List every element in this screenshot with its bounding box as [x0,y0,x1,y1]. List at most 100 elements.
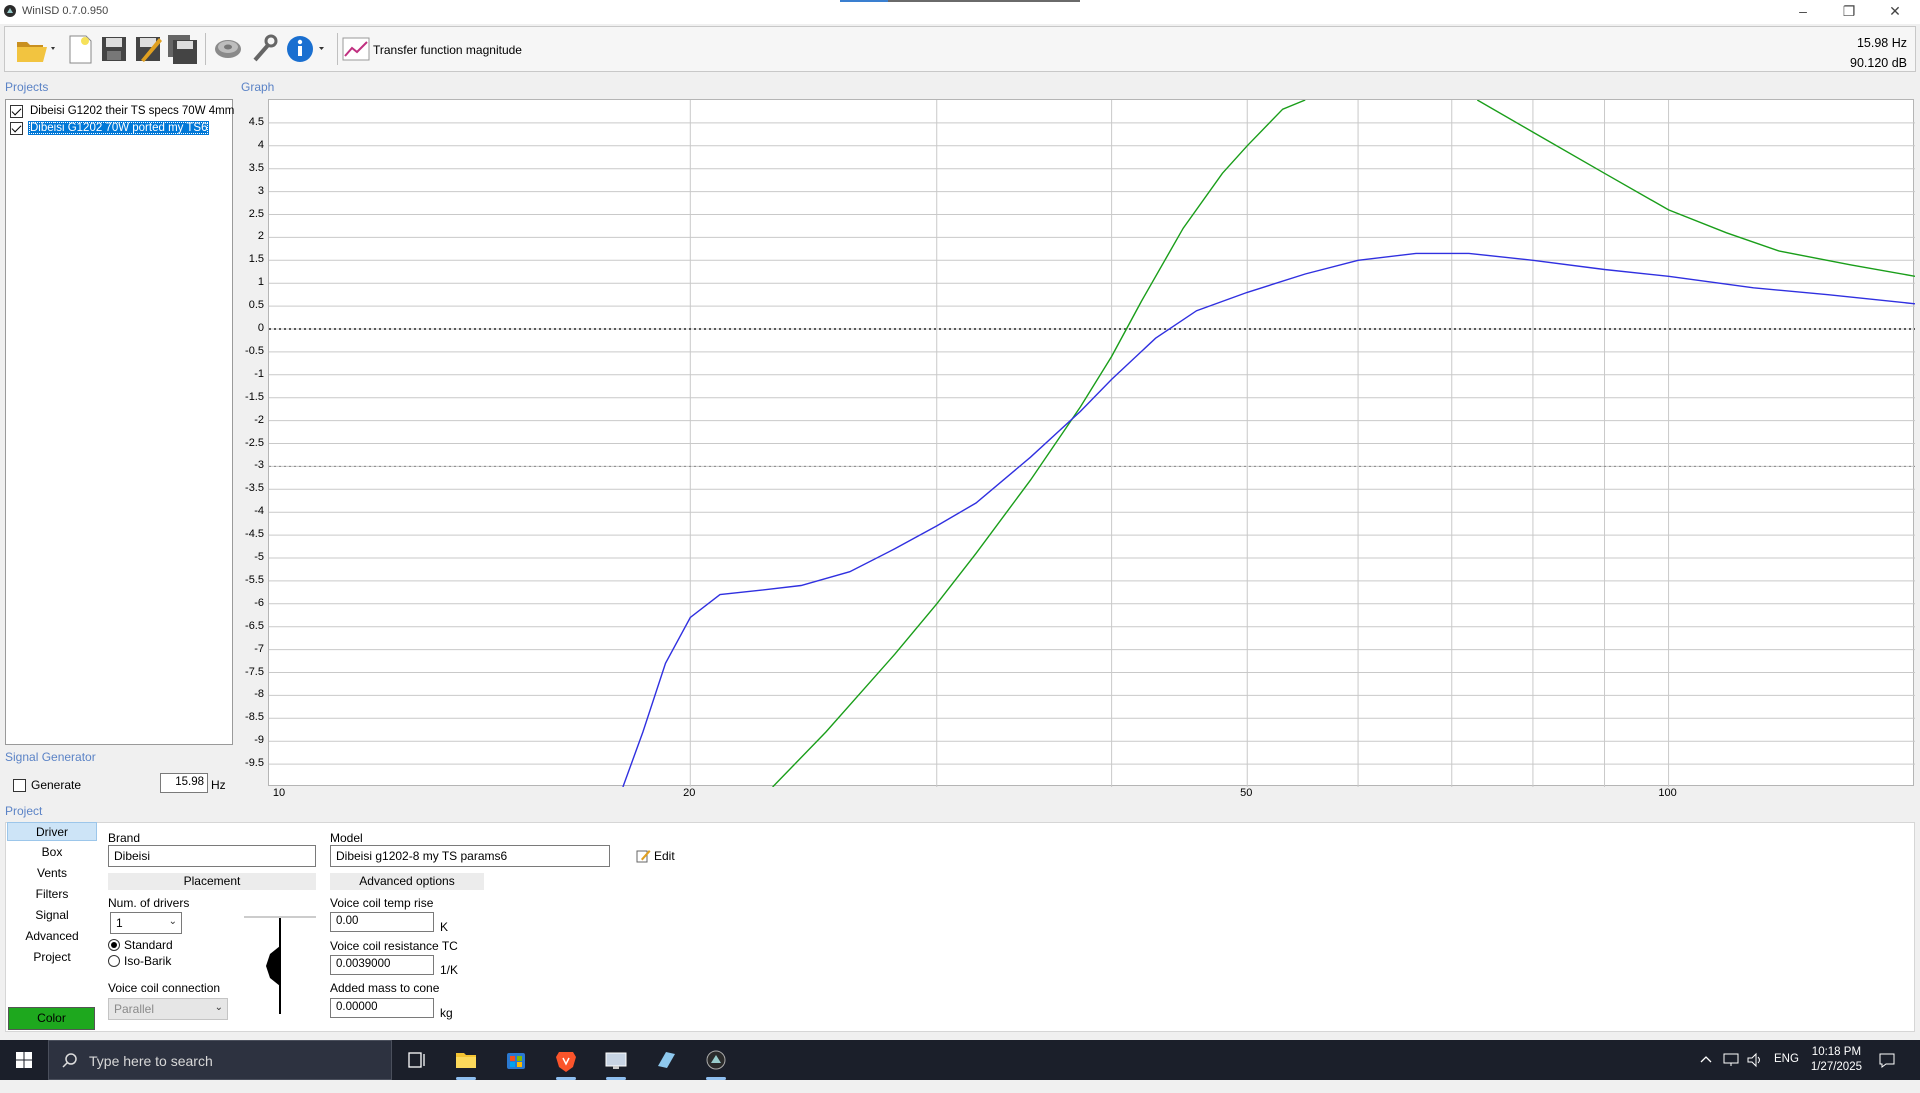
x-tick-label: 50 [1240,787,1253,799]
y-tick-label: 4 [257,138,264,151]
restore-button[interactable]: ❐ [1826,0,1872,22]
added-mass-input[interactable]: 0.00000 [330,998,434,1018]
task-view-icon[interactable] [396,1044,436,1076]
generate-label: Generate [31,778,82,792]
num-drivers-value: 1 [116,916,123,930]
taskbar-search[interactable]: Type here to search [48,1040,392,1080]
taskbar-winisd[interactable] [696,1044,736,1080]
nav-driver[interactable]: Driver [7,822,97,841]
y-tick-label: -6 [254,596,264,609]
nav-signal[interactable]: Signal [7,906,97,925]
generator-unit: Hz [211,778,226,792]
color-button[interactable]: Color [8,1007,95,1030]
isobarik-radio-row[interactable]: Iso-Barik [108,954,171,968]
project-visible-checkbox[interactable] [10,104,23,118]
project-item[interactable]: Dibeisi G1202 their TS specs 70W 4mm [10,103,236,119]
series-line-2 [622,252,1915,787]
tools-icon[interactable] [247,32,281,66]
clock-date: 1/27/2025 [1810,1061,1862,1073]
tray-overflow-icon[interactable] [1700,1054,1712,1066]
title-bar: WinISD 0.7.0.950 – ❐ ✕ [0,0,1920,24]
window-title: WinISD 0.7.0.950 [22,5,109,17]
taskbar-app-display[interactable] [596,1044,636,1080]
project-visible-checkbox[interactable] [10,121,23,135]
num-drivers-select[interactable]: 1 ⌄ [110,912,182,934]
open-folder-icon[interactable] [13,32,59,66]
standard-radio[interactable] [108,939,120,951]
vc-connection-select[interactable]: Parallel ⌄ [108,998,228,1020]
driver-database-icon[interactable] [211,32,245,66]
taskbar-brave[interactable] [546,1044,586,1080]
brand-label: Brand [108,831,141,845]
toolbar: Transfer function magnitude 15.98 Hz 90.… [4,26,1916,72]
save-icon[interactable] [97,32,131,66]
close-button[interactable]: ✕ [1872,0,1918,22]
vc-temp-label: Voice coil temp rise [330,896,434,910]
vc-connection-label: Voice coil connection [108,981,221,995]
y-tick-label: -7 [254,642,264,655]
advanced-options-header: Advanced options [330,873,484,890]
y-tick-label: -0.5 [245,344,264,357]
standard-radio-row[interactable]: Standard [108,938,173,952]
y-tick-label: -8 [254,688,264,701]
project-nav: Driver Box Vents Filters Signal Advanced… [5,822,97,1032]
brand-input[interactable]: Dibeisi [108,845,316,867]
added-mass-label: Added mass to cone [330,981,440,995]
new-project-icon[interactable] [63,32,97,66]
taskbar-store[interactable] [496,1044,536,1076]
vc-resistance-unit: 1/K [440,963,459,977]
nav-filters[interactable]: Filters [7,885,97,904]
standard-label: Standard [124,938,173,952]
driver-placement-diagram [244,916,316,1014]
save-as-icon[interactable] [131,32,165,66]
vc-temp-input[interactable]: 0.00 [330,912,434,932]
nav-vents[interactable]: Vents [7,864,97,883]
toolbar-separator [337,33,338,65]
taskbar-file-explorer[interactable] [446,1044,486,1080]
project-item-label[interactable]: Dibeisi G1202 their TS specs 70W 4mm [28,104,236,118]
network-icon[interactable] [1722,1052,1740,1068]
winisd-icon [706,1050,726,1070]
y-tick-label: -4.5 [245,528,264,541]
project-item[interactable]: Dibeisi G1202 70W ported my TS6 [10,120,210,136]
volume-icon[interactable] [1746,1052,1764,1068]
nav-box[interactable]: Box [7,843,97,862]
y-tick-label: -8.5 [245,711,264,724]
info-icon[interactable] [283,32,327,66]
app-icon [4,5,16,17]
graph-area[interactable] [268,99,1915,787]
projects-list[interactable]: Dibeisi G1202 their TS specs 70W 4mm Dib… [5,99,236,745]
windows-start-icon[interactable] [0,1040,48,1080]
y-tick-label: -6.5 [245,619,264,632]
minimize-button[interactable]: – [1780,0,1826,22]
model-input[interactable]: Dibeisi g1202-8 my TS params6 [330,845,610,867]
nav-advanced[interactable]: Advanced [7,927,97,946]
nav-project[interactable]: Project [7,948,97,967]
language-indicator[interactable]: ENG [1774,1053,1799,1093]
project-item-label[interactable]: Dibeisi G1202 70W ported my TS6 [28,121,210,135]
readout-level: 90.120 dB [1850,56,1907,70]
vc-resistance-input[interactable]: 0.0039000 [330,955,434,975]
save-all-icon[interactable] [165,32,199,66]
graph-type-icon[interactable] [339,32,373,66]
search-icon [62,1053,77,1068]
graph-svg [269,100,1915,787]
y-tick-label: -1.5 [245,390,264,403]
y-tick-label: 0 [257,322,264,334]
x-tick-label: 10 [272,787,286,799]
generate-row[interactable]: Generate [13,778,81,792]
notifications-icon[interactable] [1878,1051,1896,1069]
vc-connection-value: Parallel [114,1002,155,1016]
placement-header: Placement [108,873,316,890]
generator-frequency-input[interactable]: 15.98 [160,773,208,793]
taskbar-app-notes[interactable] [646,1044,686,1076]
taskbar-clock[interactable]: 10:18 PM 1/27/2025 [1811,1045,1862,1075]
generate-checkbox[interactable] [13,778,26,792]
chevron-down-icon: ⌄ [214,1002,223,1013]
edit-driver-button[interactable]: Edit [635,848,675,864]
num-drivers-label: Num. of drivers [108,896,190,910]
isobarik-radio[interactable] [108,955,120,967]
vc-temp-unit: K [440,920,449,934]
graph-type-label[interactable]: Transfer function magnitude [373,43,522,57]
chevron-down-icon: ⌄ [168,916,177,927]
